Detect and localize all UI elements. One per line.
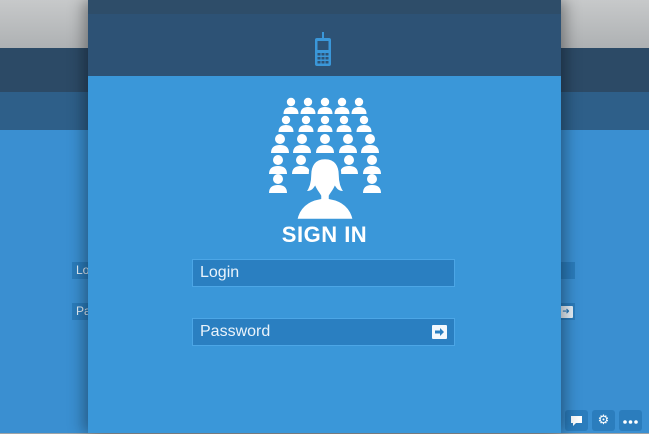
mobile-phone-icon [315,32,331,66]
password-field[interactable] [192,318,455,346]
more-button[interactable] [619,410,642,431]
sign-in-title: SIGN IN [281,222,368,247]
arrow-right-icon [435,328,444,336]
background-arrow-icon: ➜ [559,306,573,318]
user-group-icon [269,97,381,222]
settings-button[interactable]: ⚙ [592,410,615,431]
login-input[interactable] [193,260,454,286]
chat-icon [571,416,582,426]
sign-in-panel: SIGN IN [88,0,561,433]
panel-header [88,14,561,76]
gear-icon: ⚙ [597,413,610,428]
login-field[interactable] [192,259,455,287]
chat-button[interactable] [565,410,588,431]
password-input[interactable] [193,319,454,345]
more-icon [623,420,638,424]
submit-button[interactable] [432,325,447,339]
panel-top-strip [88,0,561,14]
